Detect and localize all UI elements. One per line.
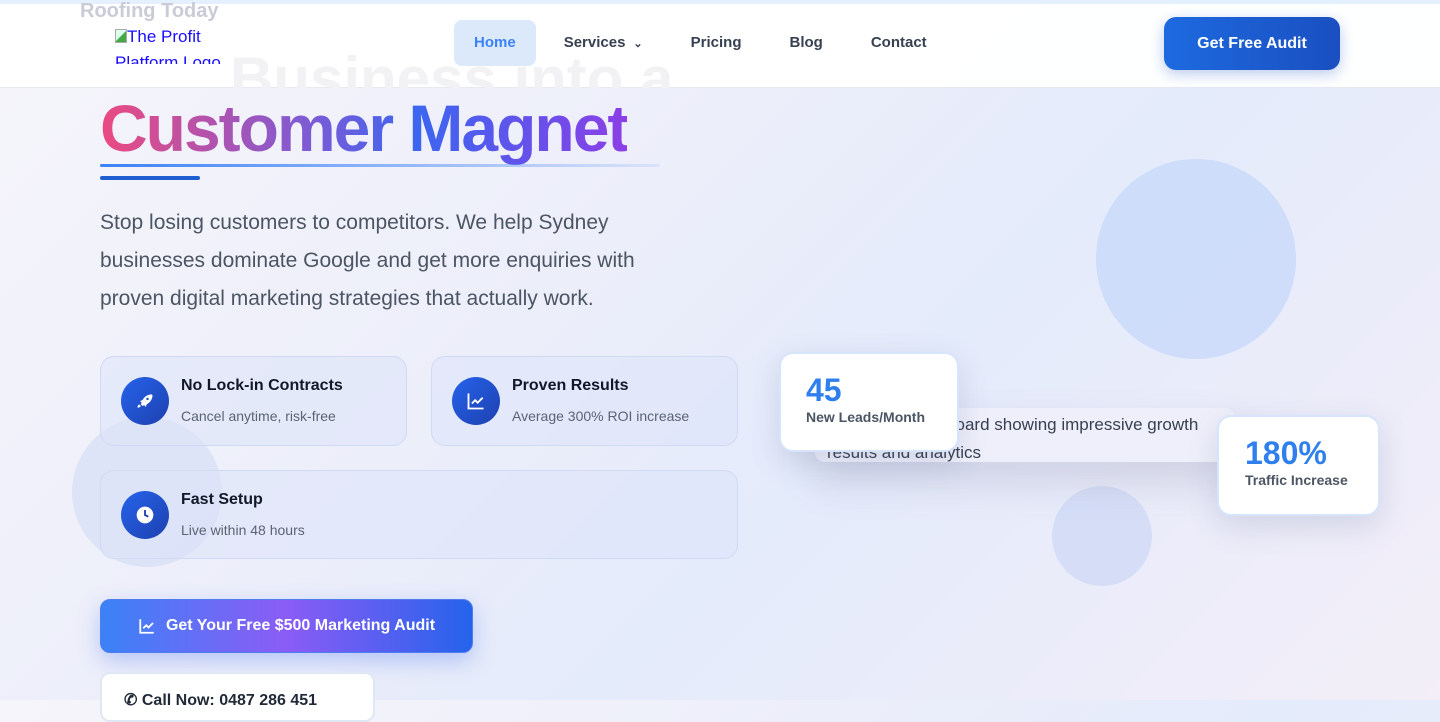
nav-pricing[interactable]: Pricing	[671, 20, 762, 66]
decor-circle	[1052, 486, 1152, 586]
chart-line-icon	[139, 619, 154, 634]
logo-alt-text: The Profit Platform Logo	[115, 27, 221, 64]
marketing-audit-button[interactable]: Get Your Free $500 Marketing Audit	[100, 599, 473, 653]
clock-icon	[121, 491, 169, 539]
feature-subtitle: Live within 48 hours	[181, 522, 305, 538]
hero-lead: Stop losing customers to competitors. We…	[100, 211, 635, 310]
background-text: Roofing Today	[80, 0, 219, 22]
feature-title: Fast Setup	[181, 491, 263, 508]
call-now-button[interactable]: ✆ Call Now: 0487 286 451	[100, 672, 375, 722]
nav-contact[interactable]: Contact	[851, 20, 947, 66]
feature-card: Fast Setup Live within 48 hours	[100, 470, 738, 559]
feature-title: No Lock-in Contracts	[181, 377, 343, 394]
feature-subtitle: Average 300% ROI increase	[512, 408, 690, 424]
nav-services-label: Services	[563, 34, 626, 51]
stat-value: 180%	[1245, 435, 1327, 471]
feature-title: Proven Results	[512, 377, 629, 394]
feature-subtitle: Cancel anytime, risk-free	[181, 408, 336, 424]
marketing-audit-label: Get Your Free $500 Marketing Audit	[165, 617, 436, 634]
stat-label: Traffic Increase	[1245, 472, 1348, 488]
broken-image-icon	[115, 29, 127, 43]
stat-card-leads: 45 New Leads/Month	[779, 352, 959, 452]
rocket-icon	[121, 377, 169, 425]
stat-label: New Leads/Month	[806, 409, 926, 425]
decor-circle	[1096, 159, 1296, 359]
nav-home[interactable]: Home	[454, 20, 536, 66]
hero-headline: Customer Magnet	[100, 91, 629, 165]
logo[interactable]: The Profit Platform Logo	[115, 24, 235, 64]
stat-card-traffic: 180% Traffic Increase	[1217, 415, 1380, 516]
headline-underline	[100, 164, 660, 167]
phone-icon: ✆	[124, 692, 142, 709]
call-now-label: Call Now: 0487 286 451	[141, 692, 318, 709]
chevron-down-icon: ⌄	[633, 38, 643, 50]
nav-blog[interactable]: Blog	[770, 20, 843, 66]
nav-services[interactable]: Services ⌄	[544, 20, 663, 66]
main-nav: Home Services ⌄ Pricing Blog Contact	[454, 20, 947, 66]
headline-accent-bar	[100, 176, 200, 180]
stat-value: 45	[806, 372, 842, 408]
feature-card: No Lock-in Contracts Cancel anytime, ris…	[100, 356, 407, 446]
feature-card: Proven Results Average 300% ROI increase	[431, 356, 738, 446]
chart-line-icon	[452, 377, 500, 425]
get-free-audit-button[interactable]: Get Free Audit	[1164, 17, 1340, 70]
